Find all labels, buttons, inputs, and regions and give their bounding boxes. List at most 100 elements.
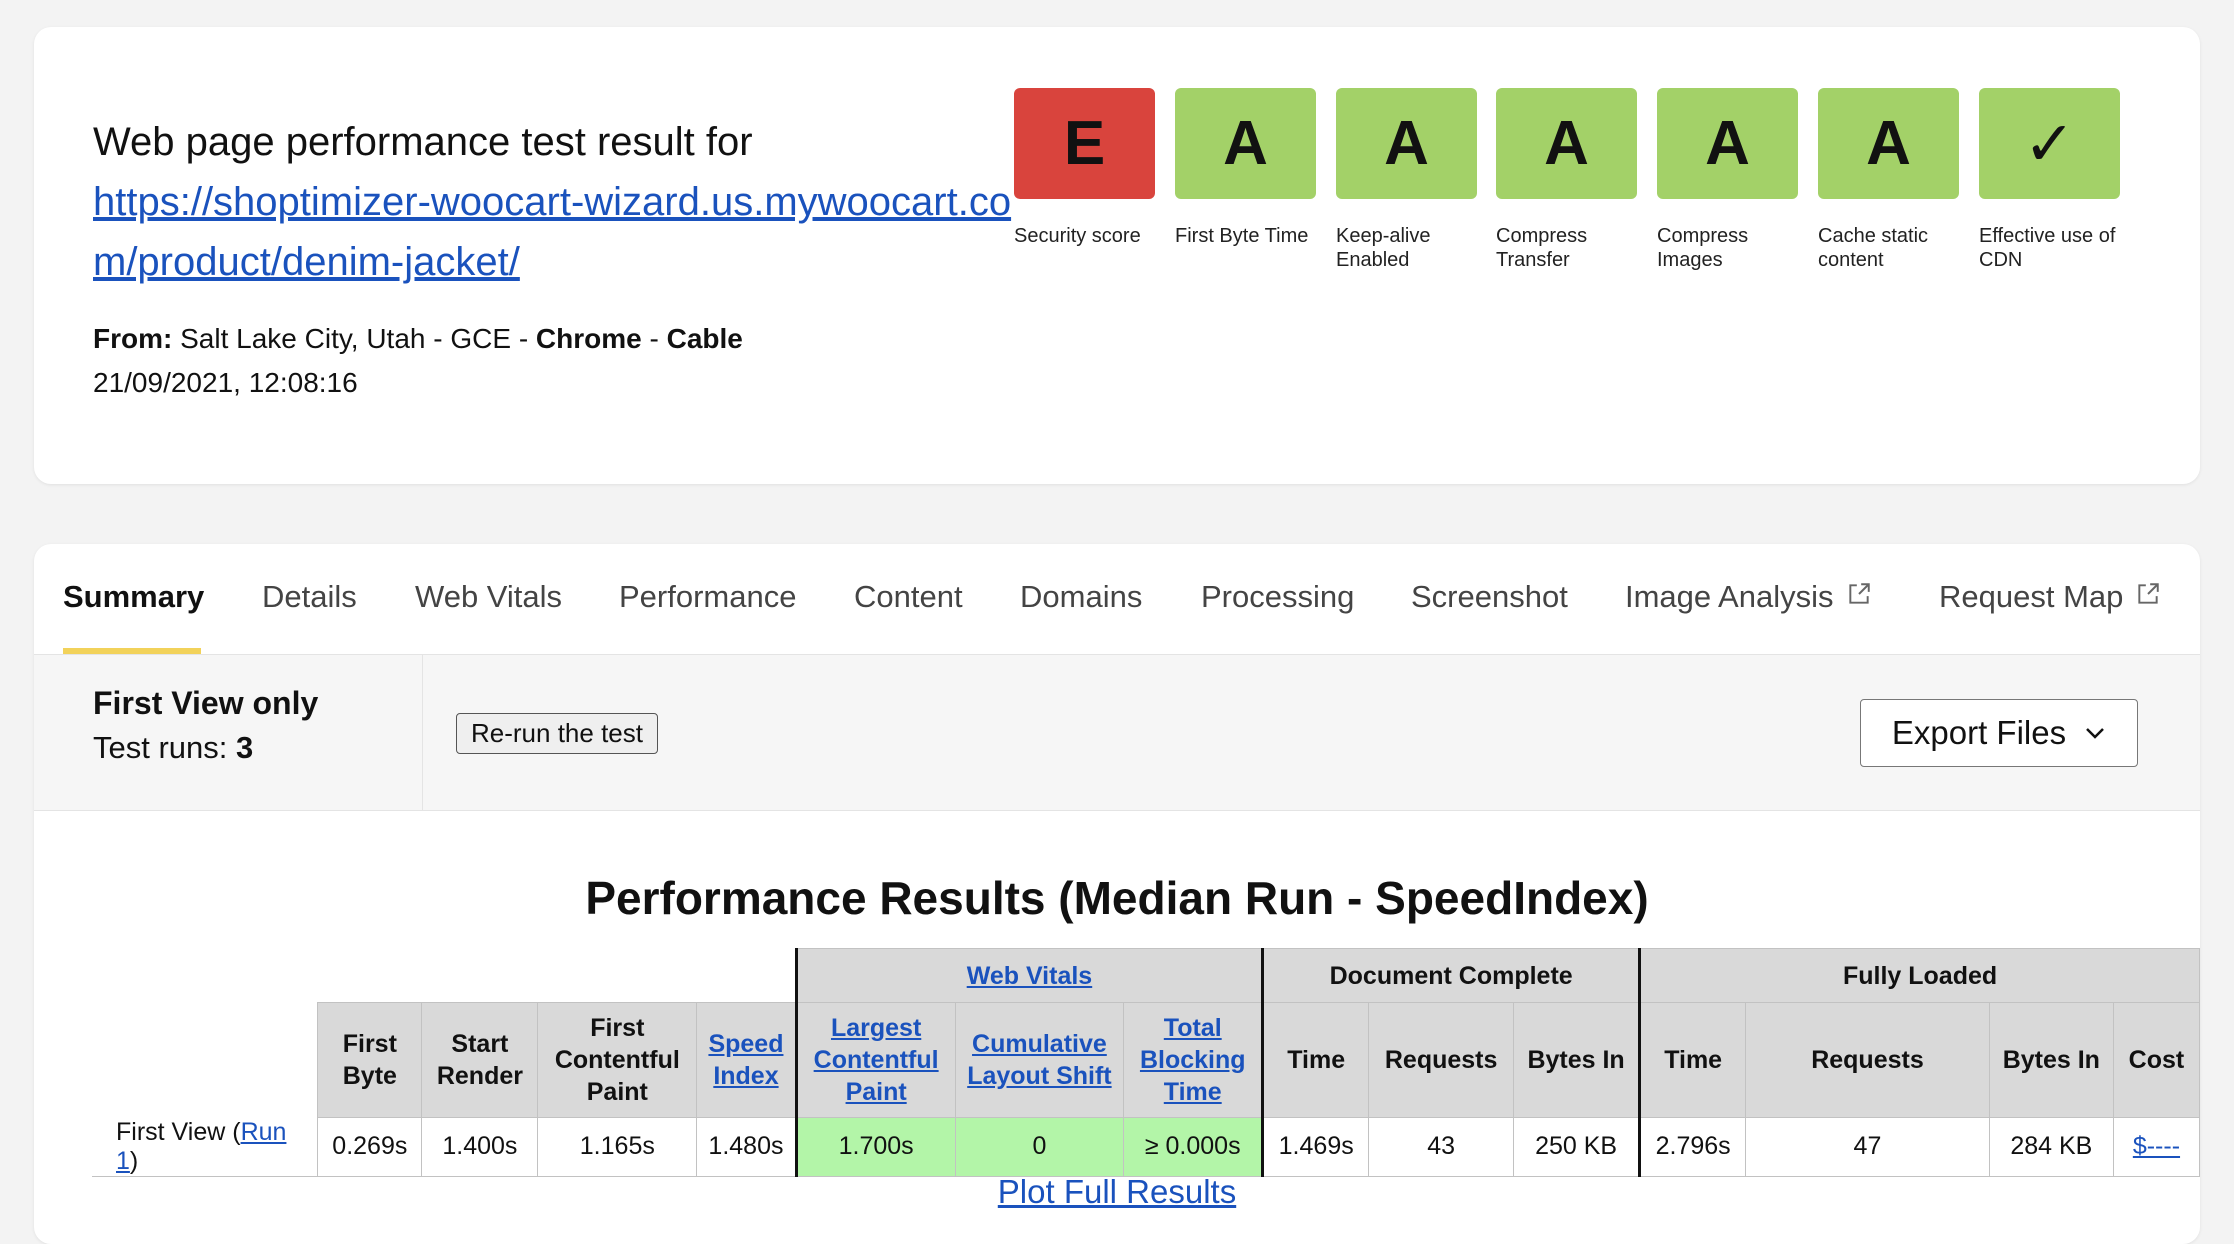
test-runs-label: Test runs: (93, 730, 228, 765)
tab-web-vitals[interactable]: Web Vitals (415, 579, 562, 615)
cell-fl-requests: 47 (1745, 1117, 1990, 1177)
row-label-prefix: First View ( (116, 1117, 241, 1146)
test-runs: Test runs: 3 (93, 730, 253, 766)
cell-tbt: ≥ 0.000s (1123, 1117, 1265, 1177)
group-fully-loaded: Fully Loaded (1639, 948, 2200, 1003)
col-speed-index: Speed Index (696, 1002, 797, 1118)
grade-badge: A (1336, 88, 1477, 199)
grade-badge: A (1657, 88, 1798, 199)
col-cost: Cost (2112, 1002, 2200, 1118)
lcp-link[interactable]: Largest Contentful Paint (814, 1014, 939, 1106)
run-bar: First View only Test runs: 3 Re-run the … (34, 655, 2200, 811)
cell-fl-time: 2.796s (1639, 1117, 1747, 1177)
cell-cls: 0 (954, 1117, 1125, 1177)
grade-badge: E (1014, 88, 1155, 199)
cell-dc-bytes: 250 KB (1513, 1117, 1642, 1177)
grade-list: E Security score A First Byte Time A Kee… (1014, 88, 2174, 288)
speed-index-link[interactable]: Speed Index (708, 1030, 783, 1090)
tab-bar: Summary Details Web Vitals Performance C… (34, 544, 2200, 655)
col-fl-bytes: Bytes In (1988, 1002, 2114, 1118)
test-date: 21/09/2021, 12:08:16 (93, 367, 358, 398)
separator-text: - (649, 323, 659, 354)
plot-full-results-link[interactable]: Plot Full Results (998, 1173, 1236, 1210)
grade-cdn[interactable]: ✓ Effective use of CDN (1979, 88, 2120, 272)
tab-content[interactable]: Content (854, 579, 963, 615)
cell-dc-time: 1.469s (1262, 1117, 1370, 1177)
grade-cache-static[interactable]: A Cache static content (1818, 88, 1959, 272)
col-fl-time: Time (1639, 1002, 1747, 1118)
page-title: Web page performance test result for (93, 120, 753, 164)
view-mode: First View only (93, 685, 319, 721)
row-label: First View (Run 1) (92, 1117, 318, 1177)
table-row: First View (Run 1) 0.269s 1.400s 1.165s … (92, 1117, 2200, 1177)
grade-label: Compress Transfer (1496, 225, 1588, 271)
col-dc-time: Time (1262, 1002, 1370, 1118)
col-fcp: First Contentful Paint (537, 1002, 698, 1118)
grade-compress-transfer[interactable]: A Compress Transfer (1496, 88, 1637, 272)
tested-url-link[interactable]: https://shoptimizer-woocart-wizard.us.my… (93, 172, 1053, 292)
tab-domains[interactable]: Domains (1020, 579, 1142, 615)
grade-badge: A (1496, 88, 1637, 199)
col-lcp: Largest Contentful Paint (794, 1002, 956, 1118)
export-files-label: Export Files (1891, 714, 2067, 751)
tab-image-analysis[interactable]: Image Analysis (1625, 579, 1872, 615)
grade-label: Compress Images (1657, 225, 1749, 271)
export-files-button[interactable]: Export Files (1860, 699, 2138, 767)
cost-link[interactable]: $---- (2133, 1132, 2180, 1160)
tab-processing[interactable]: Processing (1201, 579, 1354, 615)
cell-lcp: 1.700s (794, 1117, 956, 1177)
tab-request-map[interactable]: Request Map (1939, 579, 2161, 615)
col-dc-bytes: Bytes In (1513, 1002, 1642, 1118)
results-title: Performance Results (Median Run - SpeedI… (585, 872, 1649, 924)
test-summary-card: Web page performance test result for htt… (34, 27, 2200, 484)
blank-header (92, 949, 796, 1003)
tab-performance[interactable]: Performance (619, 579, 796, 615)
cell-first-byte: 0.269s (317, 1117, 423, 1177)
browser-text: Chrome (535, 323, 642, 354)
grade-label: Cache static content (1818, 225, 1929, 271)
external-link-icon (2138, 583, 2160, 604)
cell-speed-index: 1.480s (696, 1117, 797, 1177)
col-tbt: Total Blocking Time (1123, 1002, 1265, 1118)
row-label-suffix: ) (129, 1146, 139, 1175)
tab-summary[interactable]: Summary (63, 579, 204, 615)
group-header-row: Web Vitals Document Complete Fully Loade… (92, 948, 2200, 1003)
grade-badge: A (1818, 88, 1959, 199)
connection-text: Cable (666, 323, 743, 354)
col-fl-requests: Requests (1745, 1002, 1990, 1118)
cell-fcp: 1.165s (537, 1117, 698, 1177)
cell-cost: $---- (2112, 1117, 2200, 1177)
grade-label: First Byte Time (1175, 225, 1309, 247)
grade-security-score[interactable]: E Security score (1014, 88, 1155, 248)
from-label: From: (93, 323, 173, 354)
grade-label: Keep-alive Enabled (1336, 225, 1431, 271)
grade-badge: A (1175, 88, 1316, 199)
external-link-icon (1848, 583, 1870, 604)
test-runs-value: 3 (236, 730, 254, 765)
plot-full-results: Plot Full Results (34, 1173, 2200, 1211)
cell-fl-bytes: 284 KB (1988, 1117, 2114, 1177)
tab-label: Request Map (1939, 579, 2124, 614)
tab-label: Image Analysis (1625, 579, 1834, 614)
column-header-row: First Byte Start Render First Contentful… (92, 1002, 2200, 1118)
rerun-test-button[interactable]: Re-run the test (456, 713, 658, 754)
grade-compress-images[interactable]: A Compress Images (1657, 88, 1798, 272)
run-info: First View only Test runs: 3 (34, 655, 423, 811)
test-info: Web page performance test result for htt… (93, 112, 1053, 405)
col-start-render: Start Render (421, 1002, 539, 1118)
active-tab-indicator (63, 648, 201, 654)
tab-screenshot[interactable]: Screenshot (1411, 579, 1568, 615)
cls-link[interactable]: Cumulative Layout Shift (967, 1030, 1111, 1090)
grade-keep-alive[interactable]: A Keep-alive Enabled (1336, 88, 1477, 272)
group-web-vitals: Web Vitals (794, 948, 1265, 1003)
grade-label: Effective use of CDN (1979, 225, 2116, 271)
col-cls: Cumulative Layout Shift (954, 1002, 1125, 1118)
web-vitals-link[interactable]: Web Vitals (967, 962, 1093, 990)
test-location: From: Salt Lake City, Utah - GCE - Chrom… (93, 317, 1053, 361)
tab-details[interactable]: Details (262, 579, 357, 615)
grade-first-byte-time[interactable]: A First Byte Time (1175, 88, 1316, 248)
tbt-link[interactable]: Total Blocking Time (1140, 1014, 1246, 1106)
location-text: Salt Lake City, Utah - GCE - (180, 323, 529, 354)
results-card: Summary Details Web Vitals Performance C… (34, 544, 2200, 1244)
performance-results-table: Web Vitals Document Complete Fully Loade… (92, 948, 2200, 1177)
